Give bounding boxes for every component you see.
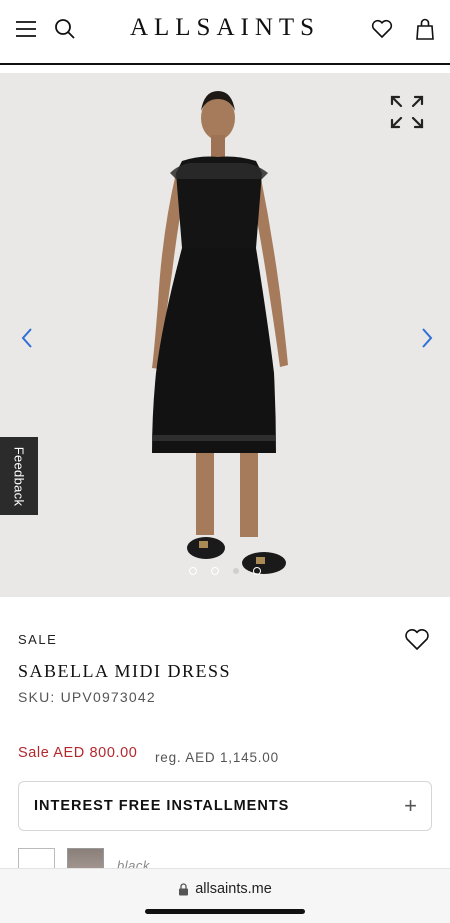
sale-badge: SALE	[18, 632, 58, 647]
previous-image-chevron-left-icon[interactable]	[12, 323, 42, 353]
color-swatch-white[interactable]	[18, 848, 55, 870]
product-sku: SKU: UPV0973042	[18, 689, 156, 705]
installments-label: INTEREST FREE INSTALLMENTS	[34, 798, 290, 814]
wishlist-icon[interactable]	[367, 14, 397, 44]
product-title: SABELLA MIDI DRESS	[18, 661, 232, 681]
gallery-dot-2[interactable]	[211, 567, 219, 575]
browser-address-bar[interactable]: allsaints.me	[0, 868, 450, 923]
shopping-bag-icon[interactable]	[410, 14, 440, 44]
site-header: ALLSAINTS	[0, 0, 450, 64]
sale-price: Sale AED 800.00	[18, 745, 138, 761]
gallery-dot-4[interactable]	[253, 567, 261, 575]
color-swatch-taupe[interactable]	[67, 848, 104, 870]
expand-fullscreen-icon[interactable]	[388, 93, 426, 131]
product-image-gallery[interactable]	[0, 73, 450, 597]
gallery-pagination	[0, 567, 450, 575]
url-text[interactable]: allsaints.me	[195, 881, 272, 897]
add-to-wishlist-heart-icon[interactable]	[404, 628, 430, 652]
regular-price: reg. AED 1,145.00	[155, 750, 279, 765]
header-divider	[0, 63, 450, 65]
product-photo	[152, 91, 288, 574]
next-image-chevron-right-icon[interactable]	[412, 323, 442, 353]
expand-plus-icon[interactable]: +	[404, 793, 417, 819]
home-indicator[interactable]	[145, 909, 305, 914]
gallery-dot-1[interactable]	[189, 567, 197, 575]
lock-icon	[179, 882, 189, 895]
feedback-tab[interactable]: Feedback	[0, 437, 38, 515]
feedback-label: Feedback	[11, 446, 27, 506]
gallery-dot-3[interactable]	[233, 568, 239, 574]
interest-free-installments-accordion[interactable]: INTEREST FREE INSTALLMENTS +	[18, 781, 432, 831]
